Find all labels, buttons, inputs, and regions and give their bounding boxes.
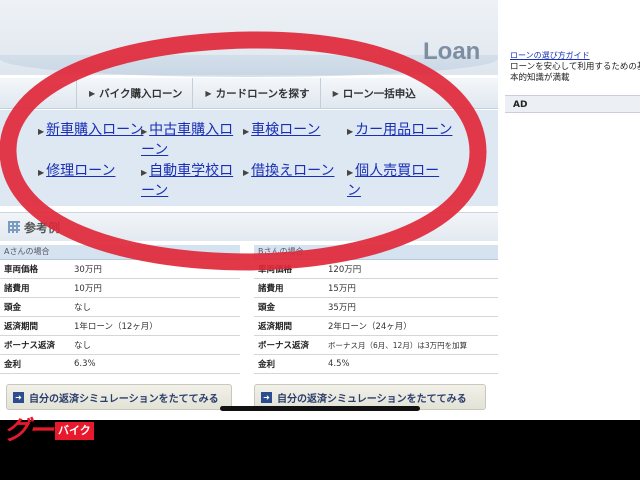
triangle-right-icon: ▶ [141, 127, 148, 136]
row-key: ボーナス返済 [258, 341, 310, 351]
triangle-right-icon: ▶ [38, 168, 45, 177]
row-key: ボーナス返済 [4, 341, 56, 351]
loan-banner: Loan [0, 0, 498, 77]
triangle-right-icon: ▶ [347, 127, 354, 136]
row-key: 頭金 [4, 303, 22, 313]
row-value: 35万円 [328, 303, 356, 313]
simulation-label: 自分の返済シミュレーションをたててみる [277, 393, 467, 405]
nav-bike-loan[interactable]: ▶ バイク購入ローン [76, 78, 192, 108]
case-a-header: Aさんの場合 [0, 245, 240, 260]
row-key: 返済期間 [4, 322, 39, 332]
case-a-simulation-button[interactable]: ➜ 自分の返済シミュレーションをたててみる [6, 384, 232, 410]
triangle-right-icon: ▶ [38, 127, 45, 136]
triangle-right-icon: ▶ [347, 168, 354, 177]
nav-bulk-apply[interactable]: ▶ ローン一括申込 [319, 78, 426, 108]
sidebar-line: ローンを安心して利用するための基 [510, 62, 640, 72]
triangle-right-icon: ▶ [332, 88, 339, 98]
category-refinance[interactable]: ▶ 借換えローン [243, 161, 334, 181]
table-row: 金利 6.3% [0, 355, 240, 374]
case-b-header: Bさんの場合 [254, 245, 498, 260]
triangle-right-icon: ▶ [243, 168, 250, 177]
triangle-right-icon: ▶ [243, 127, 250, 136]
table-row: 返済期間 2年ローン（24ヶ月） [254, 317, 498, 336]
sidebar-line: 本的知識が満載 [510, 73, 570, 83]
logo-mark: グー [4, 416, 54, 446]
row-key: 金利 [4, 360, 22, 370]
table-row: ボーナス返済 ボーナス月（6月、12月）は3万円を加算 [254, 336, 498, 355]
home-indicator[interactable] [220, 406, 420, 411]
category-link[interactable]: 新車購入ローン [46, 122, 143, 138]
case-b-table: Bさんの場合 車両価格 120万円 諸費用 15万円 頭金 35万円 返済期間 2年ロー… [254, 245, 498, 374]
reference-title: 参考例 [24, 221, 61, 235]
sidebar-guide-link[interactable]: ローンの選び方ガイド [510, 50, 590, 61]
table-row: ボーナス返済 なし [0, 336, 240, 355]
category-driving-school[interactable]: ▶ 自動車学校ローン [141, 161, 236, 201]
row-value: なし [74, 303, 92, 313]
category-link[interactable]: 中古車購入ローン [141, 122, 233, 158]
table-row: 金利 4.5% [254, 355, 498, 374]
row-key: 諸費用 [4, 284, 30, 294]
row-key: 金利 [258, 360, 276, 370]
row-value: 1年ローン（12ヶ月） [74, 322, 158, 332]
arrow-right-icon: ➜ [13, 391, 24, 403]
row-value: なし [74, 341, 92, 351]
loan-nav: ▶ バイク購入ローン ▶ カードローンを探す ▶ ローン一括申込 [0, 78, 498, 109]
simulation-label: 自分の返済シミュレーションをたててみる [29, 393, 219, 405]
table-row: 頭金 35万円 [254, 298, 498, 317]
category-link[interactable]: カー用品ローン [355, 122, 452, 138]
loan-categories: ▶ 新車購入ローン ▶ 中古車購入ローン ▶ 車検ローン ▶ カー用品ローン ▶ 修理ロー… [0, 110, 498, 206]
goo-bike-logo: グー バイク [4, 416, 94, 446]
bottom-black-bar [0, 420, 640, 480]
row-key: 車両価格 [258, 265, 293, 275]
row-value: 120万円 [328, 265, 362, 275]
category-car-goods[interactable]: ▶ カー用品ローン [347, 120, 452, 140]
row-key: 諸費用 [258, 284, 284, 294]
table-row: 頭金 なし [0, 298, 240, 317]
case-a-table: Aさんの場合 車両価格 30万円 諸費用 10万円 頭金 なし 返済期間 1年ローン（1… [0, 245, 240, 374]
category-link[interactable]: 自動車学校ローン [141, 163, 233, 199]
nav-card-loan[interactable]: ▶ カードローンを探す [192, 78, 319, 108]
grid-icon [8, 221, 20, 233]
category-link[interactable]: 修理ローン [46, 163, 115, 179]
banner-word: Loan [423, 38, 481, 65]
category-link[interactable]: 個人売買ローン [347, 163, 439, 199]
reference-header: 参考例 [0, 212, 498, 241]
triangle-right-icon: ▶ [89, 88, 96, 98]
category-private-sale[interactable]: ▶ 個人売買ローン [347, 161, 442, 201]
table-row: 返済期間 1年ローン（12ヶ月） [0, 317, 240, 336]
row-value: 30万円 [74, 265, 102, 275]
row-key: 頭金 [258, 303, 276, 313]
arrow-right-icon: ➜ [261, 391, 272, 403]
row-key: 車両価格 [4, 265, 39, 275]
ad-label: AD [505, 95, 640, 113]
row-value: 2年ローン（24ヶ月） [328, 322, 412, 332]
nav-label: カードローンを探す [215, 87, 310, 100]
table-row: 車両価格 120万円 [254, 260, 498, 279]
table-row: 諸費用 10万円 [0, 279, 240, 298]
row-value: 15万円 [328, 284, 356, 294]
nav-label: バイク購入ローン [99, 87, 183, 100]
row-value: 10万円 [74, 284, 102, 294]
triangle-right-icon: ▶ [205, 88, 212, 98]
category-inspection[interactable]: ▶ 車検ローン [243, 120, 320, 140]
page: Loan ▶ バイク購入ローン ▶ カードローンを探す ▶ ローン一括申込 ▶ 新… [0, 0, 640, 420]
table-row: 諸費用 15万円 [254, 279, 498, 298]
category-repair[interactable]: ▶ 修理ローン [38, 161, 115, 181]
sidebar-description: ローンを安心して利用するための基 本的知識が満載 [510, 62, 640, 84]
row-key: 返済期間 [258, 322, 293, 332]
table-row: 車両価格 30万円 [0, 260, 240, 279]
nav-label: ローン一括申込 [342, 87, 416, 100]
category-new-car[interactable]: ▶ 新車購入ローン [38, 120, 143, 140]
category-link[interactable]: 借換えローン [251, 163, 334, 179]
row-value: 6.3% [74, 359, 96, 369]
category-link[interactable]: 車検ローン [251, 122, 320, 138]
category-used-car[interactable]: ▶ 中古車購入ローン [141, 120, 236, 160]
row-value: 4.5% [328, 359, 350, 369]
row-value: ボーナス月（6月、12月）は3万円を加算 [328, 340, 468, 350]
sidebar: ローンの選び方ガイド ローンを安心して利用するための基 本的知識が満載 AD [505, 0, 640, 420]
logo-badge: バイク [55, 422, 94, 440]
triangle-right-icon: ▶ [141, 168, 148, 177]
